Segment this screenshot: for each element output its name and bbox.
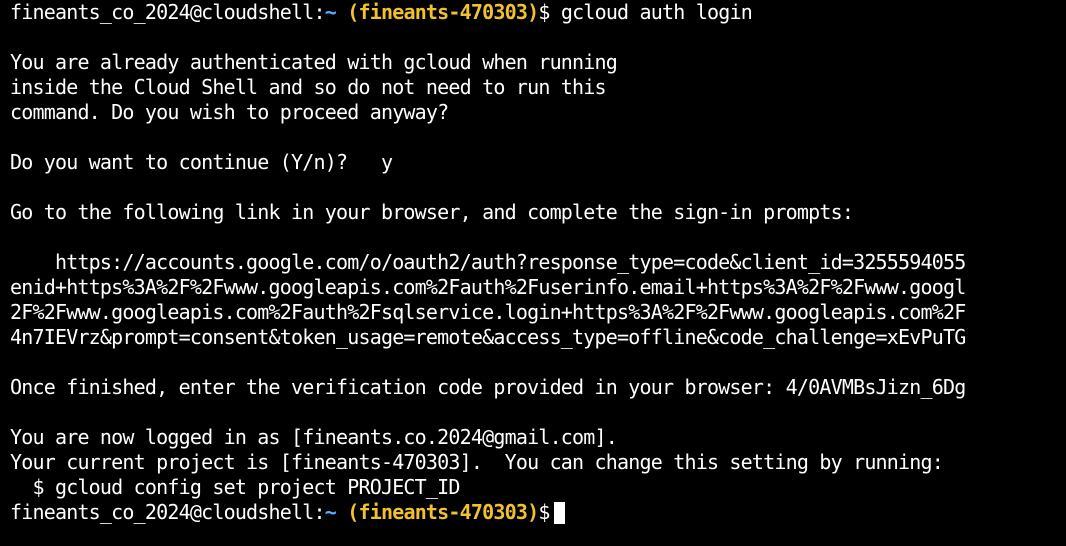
config-command-line: $ gcloud config set project PROJECT_ID [10, 475, 460, 499]
prompt-dollar: $ [538, 500, 550, 524]
logged-in-line: You are now logged in as [fineants.co.20… [10, 425, 618, 449]
prompt-line-2[interactable]: fineants_co_2024@cloudshell:~ (fineants-… [10, 500, 1066, 525]
prompt-project: (fineants-470303) [347, 500, 539, 524]
prompt-project: (fineants-470303) [347, 0, 539, 24]
cloud-shell-terminal[interactable]: fineants_co_2024@cloudshell:~ (fineants-… [0, 0, 1066, 546]
prompt-dollar: $ [538, 0, 550, 24]
prompt-line-1: fineants_co_2024@cloudshell:~ (fineants-… [10, 0, 1066, 25]
current-project-line: Your current project is [fineants-470303… [10, 450, 944, 474]
prompt-user-host: fineants_co_2024@cloudshell: [10, 0, 326, 24]
goto-link-text: Go to the following link in your browser… [10, 200, 854, 224]
prompt-user-host: fineants_co_2024@cloudshell: [10, 500, 326, 524]
auth-url-line-1[interactable]: https://accounts.google.com/o/oauth2/aut… [10, 250, 1066, 275]
verification-code-line: Once finished, enter the verification co… [10, 375, 966, 399]
auth-url-line-2[interactable]: enid+https%3A%2F%2Fwww.googleapis.com%2F… [10, 275, 1066, 300]
prompt-tilde: ~ [324, 0, 337, 24]
message-line-3: command. Do you wish to proceed anyway? [10, 100, 449, 124]
command-auth-login: gcloud auth login [549, 0, 753, 24]
continue-prompt: Do you want to continue (Y/n)? y [10, 150, 393, 174]
terminal-cursor[interactable] [553, 501, 565, 524]
message-line-1: You are already authenticated with gclou… [10, 50, 618, 74]
prompt-tilde: ~ [324, 500, 337, 524]
auth-url-line-4[interactable]: 4n7IEVrz&prompt=consent&token_usage=remo… [10, 325, 1066, 350]
auth-url-line-3[interactable]: 2F%2Fwww.googleapis.com%2Fauth%2Fsqlserv… [10, 300, 1066, 325]
message-line-2: inside the Cloud Shell and so do not nee… [10, 75, 607, 99]
